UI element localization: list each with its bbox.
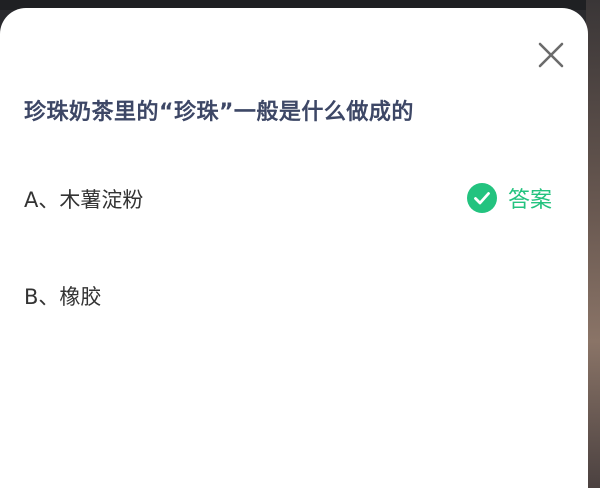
- option-a[interactable]: A、木薯淀粉 答案: [24, 178, 564, 218]
- option-b-text: B、橡胶: [24, 285, 102, 309]
- option-a-text: A、木薯淀粉: [24, 188, 144, 212]
- quiz-sheet: 珍珠奶茶里的“珍珠”一般是什么做成的 A、木薯淀粉 答案 B、橡胶: [0, 8, 588, 488]
- backdrop-right-strip: [586, 0, 600, 488]
- check-circle-icon: [466, 182, 498, 214]
- close-button[interactable]: [534, 38, 568, 72]
- answer-tag: 答案: [466, 181, 552, 215]
- option-b[interactable]: B、橡胶: [24, 275, 564, 315]
- answer-label: 答案: [508, 188, 553, 213]
- close-icon[interactable]: [534, 38, 568, 72]
- question-title: 珍珠奶茶里的“珍珠”一般是什么做成的: [24, 100, 414, 125]
